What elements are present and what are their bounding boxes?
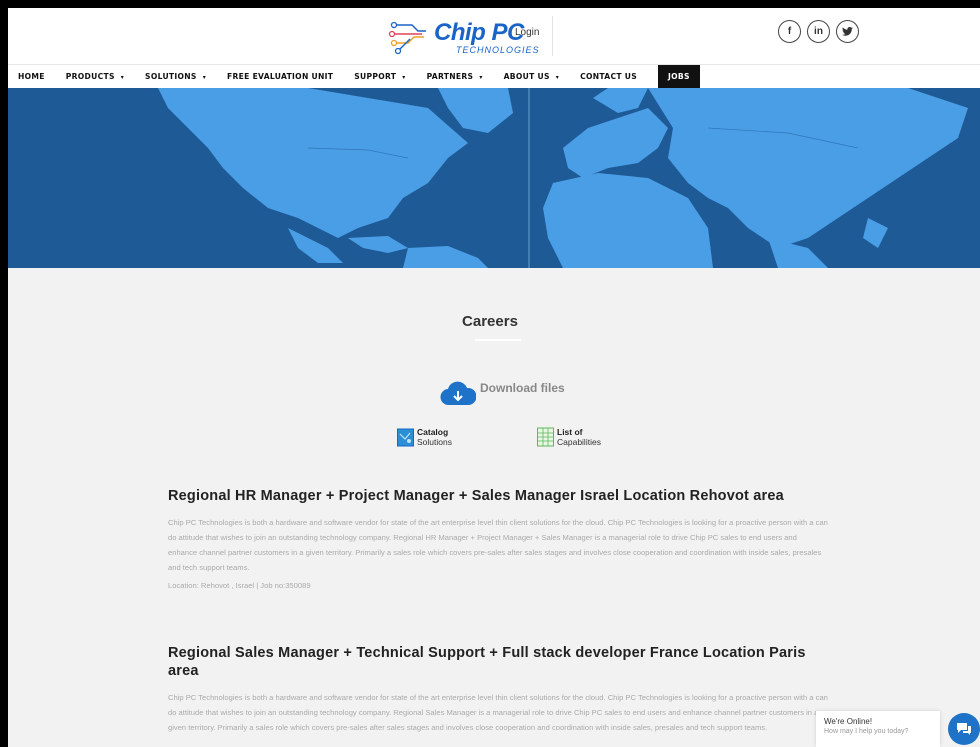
file-line2: Solutions (417, 437, 452, 447)
chat-title: We're Online! (824, 717, 873, 726)
nav-label: CONTACT US (580, 72, 637, 81)
nav-label: PRODUCTS (65, 72, 115, 81)
download-files[interactable]: Download files (440, 380, 565, 406)
job-listing: Regional HR Manager + Project Manager + … (168, 487, 828, 590)
social-links: f in (778, 20, 859, 43)
nav-label: JOBS (667, 72, 690, 81)
twitter-icon[interactable] (836, 20, 859, 43)
nav-label: PARTNERS (426, 72, 474, 81)
nav-products[interactable]: PRODUCTS ▾ (66, 65, 136, 89)
nav-about-us[interactable]: ABOUT US ▾ (504, 65, 571, 89)
capabilities-list-link[interactable]: List of Capabilities (537, 427, 601, 447)
logo-subtitle: TECHNOLOGIES (456, 45, 540, 55)
page-title: Careers (462, 313, 518, 330)
logo-name: Chip PC (434, 19, 524, 46)
cloud-download-icon (440, 380, 477, 406)
job-meta: Location: Rehovot , Israel | Job no:3500… (168, 581, 311, 590)
linkedin-icon[interactable]: in (807, 20, 830, 43)
catalog-solutions-link[interactable]: Catalog Solutions (397, 427, 452, 447)
file-line1: Catalog (417, 427, 449, 437)
browser-viewport: Chip PC TECHNOLOGIES Login f in HOME PRO… (8, 8, 980, 747)
caret-down-icon: ▾ (202, 74, 207, 81)
nav-home[interactable]: HOME (18, 65, 57, 89)
caret-down-icon: ▾ (555, 74, 560, 81)
chat-bubble-icon[interactable] (948, 713, 980, 745)
chat-widget[interactable]: We're Online! How may I help you today? (816, 711, 940, 747)
job-description: Chip PC Technologies is both a hardware … (168, 518, 828, 572)
title-underline (475, 339, 521, 341)
nav-label: SUPPORT (354, 72, 397, 81)
header-divider (552, 16, 553, 56)
nav-label: HOME (18, 72, 45, 81)
nav-partners[interactable]: PARTNERS ▾ (427, 65, 495, 89)
job-description: Chip PC Technologies is both a hardware … (168, 693, 828, 732)
spreadsheet-file-icon (537, 427, 554, 447)
facebook-icon[interactable]: f (778, 20, 801, 43)
caret-down-icon: ▾ (402, 74, 406, 81)
main-navigation: HOME PRODUCTS ▾ SOLUTIONS ▾ FREE EVALUATIO… (8, 64, 980, 89)
job-listing: Regional Sales Manager + Technical Suppo… (168, 644, 828, 735)
chip-pc-logo[interactable]: Chip PC TECHNOLOGIES (388, 20, 540, 56)
nav-label: ABOUT US (503, 72, 550, 81)
catalog-file-icon (397, 427, 414, 447)
nav-support[interactable]: SUPPORT ▾ (354, 65, 417, 89)
circuit-logo-icon (388, 21, 432, 55)
caret-down-icon: ▾ (120, 74, 125, 81)
site-header: Chip PC TECHNOLOGIES Login f in (8, 8, 980, 64)
nav-label: FREE EVALUATION UNIT (227, 72, 334, 81)
nav-free-evaluation-unit[interactable]: FREE EVALUATION UNIT (227, 65, 345, 89)
chat-subtitle: How may I help you today? (824, 728, 909, 735)
file-line1: List of (557, 427, 583, 437)
job-title[interactable]: Regional HR Manager + Project Manager + … (168, 487, 828, 505)
nav-label: SOLUTIONS (145, 72, 197, 81)
job-title[interactable]: Regional Sales Manager + Technical Suppo… (168, 644, 828, 680)
world-map-banner (8, 88, 980, 268)
file-line2: Capabilities (557, 437, 601, 447)
download-files-label: Download files (480, 381, 565, 395)
nav-contact-us[interactable]: CONTACT US (580, 65, 649, 89)
caret-down-icon: ▾ (479, 74, 483, 81)
nav-jobs[interactable]: JOBS (657, 65, 700, 89)
login-link[interactable]: Login (515, 27, 539, 38)
nav-solutions[interactable]: SOLUTIONS ▾ (145, 65, 218, 89)
